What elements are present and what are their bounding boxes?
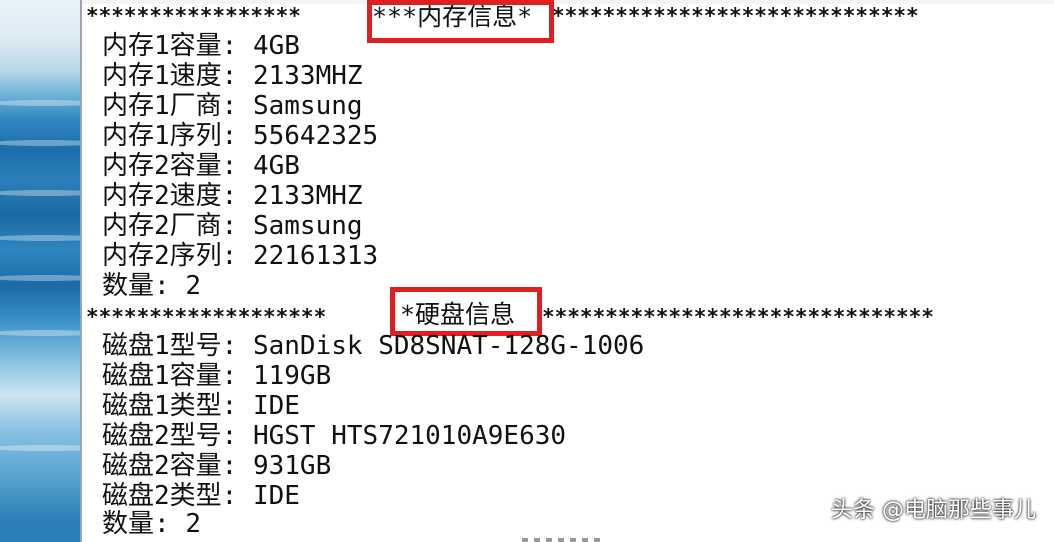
memory-title-highlight-box	[367, 0, 554, 43]
memory-header-stars-left: *****************	[86, 4, 301, 28]
memory-value: 55642325	[252, 121, 379, 151]
disk-line: 磁盘1类型: IDE	[102, 391, 300, 421]
memory-value: 22161313	[252, 241, 379, 271]
wallpaper-wave	[0, 140, 80, 146]
disk-header-stars-left: *******************	[86, 305, 327, 329]
memory-value: 4GB	[252, 151, 300, 181]
wallpaper-wave	[0, 330, 80, 336]
memory-label: 内存1序列:	[102, 121, 238, 151]
memory-line: 内存2速度: 2133MHZ	[102, 181, 363, 211]
memory-count-line: 数量: 2	[102, 271, 201, 301]
wallpaper-wave	[0, 190, 80, 196]
disk-line: 磁盘1容量: 119GB	[102, 361, 331, 391]
memory-value: Samsung	[252, 91, 363, 121]
memory-value: 4GB	[252, 31, 300, 61]
disk-value: IDE	[252, 481, 300, 511]
disk-label: 磁盘2类型:	[102, 481, 238, 511]
disk-label: 磁盘1型号:	[102, 331, 238, 361]
wallpaper-wave	[0, 445, 80, 451]
disk-line: 磁盘2类型: IDE	[102, 481, 300, 511]
memory-label: 内存1速度:	[102, 61, 238, 91]
next-section-partial-text	[522, 538, 602, 542]
memory-value: 2133MHZ	[252, 61, 363, 91]
disk-label: 磁盘2型号:	[102, 421, 238, 451]
desktop-wallpaper	[0, 0, 80, 542]
memory-label: 内存2容量:	[102, 151, 238, 181]
memory-label: 内存2厂商:	[102, 211, 238, 241]
memory-header-stars-right: *****************************	[552, 4, 919, 28]
disk-label: 磁盘1容量:	[102, 361, 238, 391]
memory-label: 内存1厂商:	[102, 91, 238, 121]
disk-value: SanDisk SD8SNAT-128G-1006	[252, 331, 645, 361]
memory-line: 内存1厂商: Samsung	[102, 91, 363, 121]
memory-line: 内存2厂商: Samsung	[102, 211, 363, 241]
disk-header-stars-right: *******************************	[542, 305, 934, 329]
console-window[interactable]: ***************** ***内存信息* *************…	[80, 0, 1054, 542]
memory-label: 内存2速度:	[102, 181, 238, 211]
disk-label: 磁盘2容量:	[102, 451, 238, 481]
disk-label: 磁盘1类型:	[102, 391, 238, 421]
memory-line: 内存1速度: 2133MHZ	[102, 61, 363, 91]
disk-line: 磁盘2容量: 931GB	[102, 451, 331, 481]
memory-count-value: 2	[185, 271, 201, 301]
wallpaper-wave	[0, 275, 80, 281]
memory-value: Samsung	[252, 211, 363, 241]
disk-count-value: 2	[185, 509, 201, 539]
memory-value: 2133MHZ	[252, 181, 363, 211]
disk-value: 119GB	[252, 361, 332, 391]
disk-value: 931GB	[252, 451, 332, 481]
memory-line: 内存1容量: 4GB	[102, 31, 300, 61]
memory-label: 内存2序列:	[102, 241, 238, 271]
memory-count-label: 数量:	[102, 271, 170, 301]
disk-value: HGST HTS721010A9E630	[252, 421, 567, 451]
disk-title-highlight-box	[390, 287, 542, 336]
wallpaper-wave	[0, 100, 80, 106]
disk-count-line: 数量: 2	[102, 509, 201, 539]
wallpaper-wave	[0, 235, 80, 241]
memory-line: 内存2容量: 4GB	[102, 151, 300, 181]
disk-count-label: 数量:	[102, 509, 170, 539]
disk-value: IDE	[252, 391, 300, 421]
disk-line: 磁盘1型号: SanDisk SD8SNAT-128G-1006	[102, 331, 644, 361]
memory-label: 内存1容量:	[102, 31, 238, 61]
disk-line: 磁盘2型号: HGST HTS721010A9E630	[102, 421, 566, 451]
watermark-text: 头条 @电脑那些事儿	[831, 498, 1036, 523]
memory-line: 内存2序列: 22161313	[102, 241, 378, 271]
memory-line: 内存1序列: 55642325	[102, 121, 378, 151]
